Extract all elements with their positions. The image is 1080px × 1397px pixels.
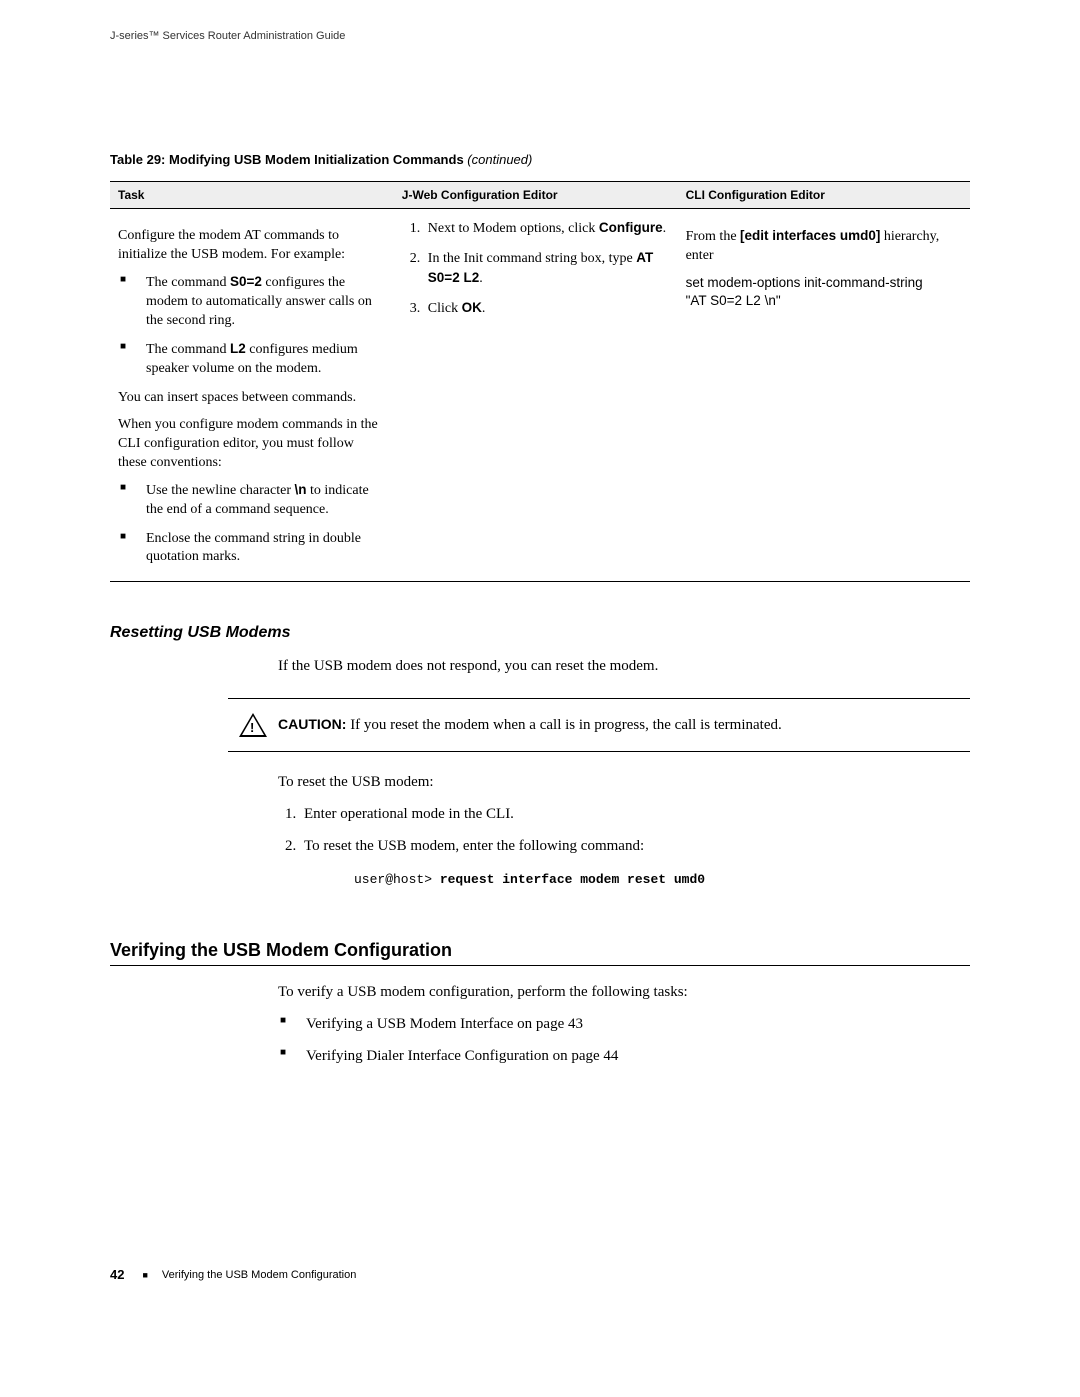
text: Click [428, 301, 462, 316]
reset-intro: If the USB modem does not respond, you c… [278, 656, 970, 678]
list-item: The command L2 configures medium speaker… [118, 340, 386, 379]
command: request interface modem reset umd0 [440, 872, 705, 887]
text: The command [146, 275, 230, 290]
task-intro: Configure the modem AT commands to initi… [118, 227, 386, 265]
cli-hierarchy: From the [edit interfaces umd0] hierarch… [686, 227, 962, 266]
caution-text: CAUTION: If you reset the modem when a c… [278, 716, 970, 734]
th-jweb: J-Web Configuration Editor [394, 182, 678, 209]
ui-label: Configure [599, 220, 663, 235]
modem-commands-table: Task J-Web Configuration Editor CLI Conf… [110, 181, 970, 582]
list-item: Enter operational mode in the CLI. [300, 804, 970, 826]
list-item: In the Init command string box, type AT … [424, 249, 670, 289]
text: set modem-options init-command-string [686, 275, 923, 290]
table-row: Configure the modem AT commands to initi… [110, 209, 970, 582]
list-item: Enclose the command string in double quo… [118, 530, 386, 568]
footer-crumb: Verifying the USB Modem Configuration [162, 1269, 356, 1281]
inline-command: \n [294, 482, 306, 497]
caution-admonition: ! CAUTION: If you reset the modem when a… [228, 698, 970, 752]
cell-task: Configure the modem AT commands to initi… [110, 209, 394, 582]
list-item: Click OK. [424, 299, 670, 319]
text: If you reset the modem when a call is in… [346, 717, 781, 733]
heading-resetting: Resetting USB Modems [110, 624, 970, 642]
text: "AT S0=2 L2 \n" [686, 293, 781, 308]
caution-label: CAUTION: [278, 716, 346, 732]
verify-intro: To verify a USB modem configuration, per… [278, 982, 970, 1004]
caution-icon: ! [228, 713, 278, 737]
task-conventions-lead: When you configure modem commands in the… [118, 416, 386, 473]
list-item: To reset the USB modem, enter the follow… [300, 836, 970, 891]
list-item: Use the newline character \n to indicate… [118, 481, 386, 520]
text: To reset the USB modem, enter the follow… [304, 838, 644, 854]
text: Use the newline character [146, 483, 294, 498]
list-item: The command S0=2 configures the modem to… [118, 273, 386, 331]
inline-command: S0=2 [230, 274, 262, 289]
cli-command: set modem-options init-command-string "A… [686, 274, 962, 310]
page-number: 42 [110, 1267, 124, 1282]
reset-lead: To reset the USB modem: [278, 772, 970, 794]
prompt: user@host> [354, 872, 440, 887]
divider [228, 751, 970, 752]
cell-jweb: Next to Modem options, click Configure. … [394, 209, 678, 582]
table-caption-text: Table 29: Modifying USB Modem Initializa… [110, 152, 464, 167]
running-header: J-series™ Services Router Administration… [110, 30, 970, 42]
text: In the Init command string box, type [428, 251, 636, 266]
task-spaces-note: You can insert spaces between commands. [118, 389, 386, 408]
ui-label: OK [462, 300, 482, 315]
text: From the [686, 229, 740, 244]
cli-code: user@host> request interface modem reset… [354, 871, 970, 890]
table-caption-continued: (continued) [464, 152, 533, 167]
text: The command [146, 342, 230, 357]
th-cli: CLI Configuration Editor [678, 182, 970, 209]
heading-verifying: Verifying the USB Modem Configuration [110, 940, 970, 961]
table-caption: Table 29: Modifying USB Modem Initializa… [110, 152, 970, 167]
divider [110, 965, 970, 966]
text: Next to Modem options, click [428, 221, 599, 236]
list-item: Verifying Dialer Interface Configuration… [278, 1046, 970, 1068]
square-icon: ■ [142, 1270, 147, 1280]
inline-command: L2 [230, 341, 246, 356]
list-item: Next to Modem options, click Configure. [424, 219, 670, 239]
page-footer: 42 ■ Verifying the USB Modem Configurati… [110, 1267, 970, 1282]
list-item: Verifying a USB Modem Interface on page … [278, 1014, 970, 1036]
inline-command: [edit interfaces umd0] [740, 228, 880, 243]
cell-cli: From the [edit interfaces umd0] hierarch… [678, 209, 970, 582]
th-task: Task [110, 182, 394, 209]
